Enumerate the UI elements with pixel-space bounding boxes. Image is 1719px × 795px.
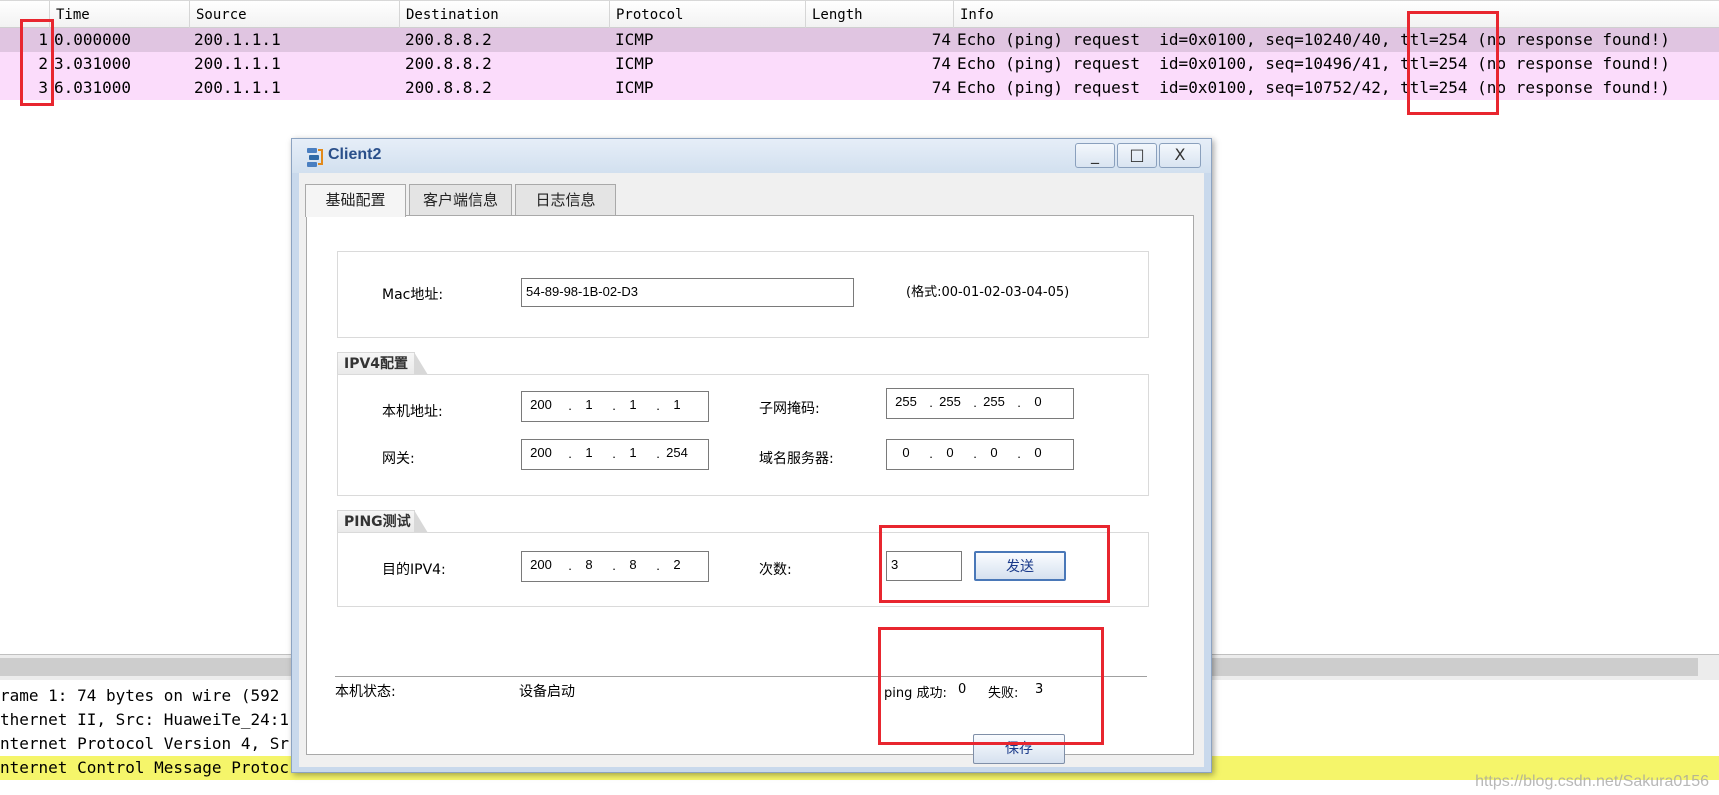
- watermark: https://blog.csdn.net/Sakura0156: [1475, 773, 1709, 790]
- subnet-mask-label: 子网掩码:: [759, 401, 820, 417]
- ip-dot: .: [656, 398, 660, 413]
- window-title: Client2: [328, 146, 382, 163]
- column-destination[interactable]: Destination: [400, 1, 610, 29]
- dest-ipv4-field[interactable]: 200 . 8 . 8 . 2: [521, 551, 709, 582]
- client-app-icon: [304, 146, 326, 168]
- ip-dot: .: [929, 395, 933, 410]
- ping-group-title: PING测试: [337, 510, 428, 533]
- annotation-box-ping-controls: [879, 525, 1110, 603]
- tab-client-info[interactable]: 客户端信息: [409, 184, 512, 216]
- annotation-box-ping-result: [878, 627, 1104, 745]
- mac-group: Mac地址: 54-89-98-1B-02-D3 (格式:00-01-02-03…: [337, 251, 1149, 338]
- ipv4-group-title: IPV4配置: [337, 352, 428, 375]
- gateway-label: 网关:: [382, 451, 415, 467]
- packet-time: 0.000000: [54, 30, 132, 49]
- packet-info: Echo (ping) request id=0x0100, seq=10496…: [957, 54, 1670, 73]
- ip-octet: 1: [629, 397, 637, 412]
- ip-dot: .: [612, 398, 616, 413]
- column-info[interactable]: Info: [954, 1, 1719, 29]
- minimize-button[interactable]: _: [1075, 143, 1115, 168]
- packet-protocol: ICMP: [615, 54, 654, 73]
- ip-dot: .: [568, 558, 572, 573]
- host-address-field[interactable]: 200 . 1 . 1 . 1: [521, 391, 709, 422]
- ip-dot: .: [973, 395, 977, 410]
- close-button[interactable]: X: [1159, 143, 1201, 168]
- ip-dot: .: [612, 558, 616, 573]
- packet-time: 3.031000: [54, 54, 132, 73]
- subnet-mask-field[interactable]: 255 . 255 . 255 . 0: [886, 388, 1074, 419]
- device-status-value: 设备启动: [519, 684, 575, 700]
- ip-octet: 255: [983, 394, 1005, 409]
- packet-source: 200.1.1.1: [194, 54, 281, 73]
- mac-label: Mac地址:: [382, 287, 444, 303]
- ip-octet: 1: [673, 397, 681, 412]
- column-length[interactable]: Length: [806, 1, 954, 29]
- ip-octet: 1: [585, 445, 593, 460]
- title-bar[interactable]: Client2 _ □ X: [292, 139, 1211, 173]
- ip-dot: .: [1017, 395, 1021, 410]
- ip-octet: 255: [895, 394, 917, 409]
- ip-octet: 255: [939, 394, 961, 409]
- dns-server-label: 域名服务器:: [759, 451, 834, 467]
- ip-octet: 200: [530, 397, 552, 412]
- ip-dot: .: [568, 398, 572, 413]
- ip-dot: .: [612, 446, 616, 461]
- ip-octet: 8: [585, 557, 593, 572]
- ip-dot: .: [929, 446, 933, 461]
- ip-dot: .: [1017, 446, 1021, 461]
- annotation-box-ttl: [1407, 11, 1499, 115]
- ip-octet: 254: [666, 445, 688, 460]
- ip-dot: .: [568, 446, 572, 461]
- mac-format-hint: (格式:00-01-02-03-04-05): [906, 285, 1070, 300]
- ip-octet: 0: [946, 445, 954, 460]
- packet-destination: 200.8.8.2: [405, 30, 492, 49]
- column-protocol[interactable]: Protocol: [610, 1, 806, 29]
- column-time[interactable]: Time: [50, 1, 190, 29]
- device-status-label: 本机状态:: [335, 684, 396, 700]
- ip-octet: 8: [629, 557, 637, 572]
- ip-octet: 2: [673, 557, 681, 572]
- mac-address-field[interactable]: 54-89-98-1B-02-D3: [521, 278, 854, 307]
- dest-ipv4-label: 目的IPV4:: [382, 562, 446, 578]
- packet-destination: 200.8.8.2: [405, 78, 492, 97]
- packet-protocol: ICMP: [615, 30, 654, 49]
- packet-time: 6.031000: [54, 78, 132, 97]
- ip-octet: 0: [990, 445, 998, 460]
- packet-length: 74: [931, 54, 951, 73]
- ip-octet: 0: [1034, 394, 1042, 409]
- ip-octet: 200: [530, 557, 552, 572]
- annotation-box-packet-numbers: [20, 19, 54, 106]
- tab-basic-config[interactable]: 基础配置: [305, 184, 406, 217]
- ip-dot: .: [973, 446, 977, 461]
- host-address-label: 本机地址:: [382, 404, 443, 420]
- column-source[interactable]: Source: [190, 1, 400, 29]
- ip-dot: .: [656, 558, 660, 573]
- maximize-button[interactable]: □: [1117, 143, 1157, 168]
- packet-info: Echo (ping) request id=0x0100, seq=10752…: [957, 78, 1670, 97]
- ip-octet: 0: [902, 445, 910, 460]
- ip-dot: .: [656, 446, 660, 461]
- packet-destination: 200.8.8.2: [405, 54, 492, 73]
- ip-octet: 200: [530, 445, 552, 460]
- ip-octet: 1: [585, 397, 593, 412]
- ip-octet: 1: [629, 445, 637, 460]
- packet-source: 200.1.1.1: [194, 78, 281, 97]
- packet-protocol: ICMP: [615, 78, 654, 97]
- ipv4-group: 本机地址: 200 . 1 . 1 . 1 子网掩码: 255 . 255 . …: [337, 374, 1149, 496]
- tab-log-info[interactable]: 日志信息: [515, 184, 616, 216]
- dns-server-field[interactable]: 0 . 0 . 0 . 0: [886, 439, 1074, 470]
- gateway-field[interactable]: 200 . 1 . 1 . 254: [521, 439, 709, 470]
- ping-count-label: 次数:: [759, 562, 792, 578]
- packet-length: 74: [931, 30, 951, 49]
- packet-length: 74: [931, 78, 951, 97]
- ip-octet: 0: [1034, 445, 1042, 460]
- packet-source: 200.1.1.1: [194, 30, 281, 49]
- packet-info: Echo (ping) request id=0x0100, seq=10240…: [957, 30, 1670, 49]
